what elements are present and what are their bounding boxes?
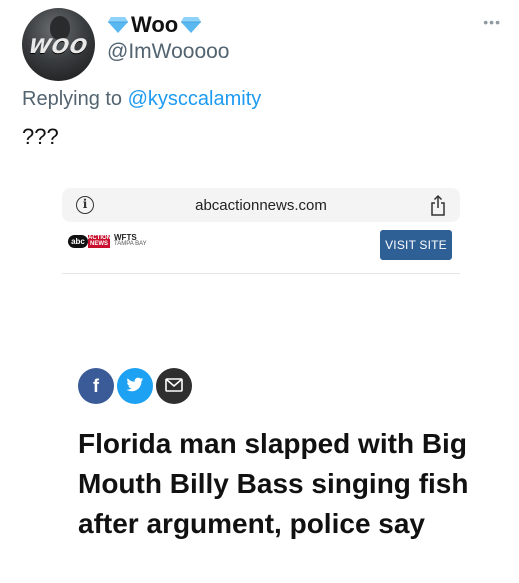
display-name: Woo bbox=[131, 12, 179, 37]
diamond-icon bbox=[107, 16, 129, 34]
url-bar[interactable]: i abcactionnews.com bbox=[62, 188, 460, 222]
action-news-logo-mark: ACTION NEWS bbox=[88, 234, 111, 248]
display-name-row[interactable]: Woo bbox=[107, 12, 202, 38]
share-icon[interactable] bbox=[430, 194, 446, 216]
share-buttons: f bbox=[78, 368, 192, 404]
site-header: abc ACTION NEWS WFTS TAMPA BAY VISIT SIT… bbox=[62, 226, 460, 274]
abc-logo-mark: abc bbox=[68, 234, 88, 248]
twitter-icon[interactable] bbox=[117, 368, 153, 404]
abc-action-news-logo[interactable]: abc ACTION NEWS WFTS TAMPA BAY bbox=[68, 234, 147, 248]
mail-icon[interactable] bbox=[156, 368, 192, 404]
user-handle[interactable]: @ImWooooo bbox=[107, 40, 229, 64]
diamond-icon bbox=[180, 16, 202, 34]
visit-site-button[interactable]: VISIT SITE bbox=[380, 230, 452, 260]
station-call-sign: WFTS bbox=[114, 233, 137, 242]
more-icon[interactable]: ••• bbox=[483, 14, 501, 30]
avatar[interactable]: WOO bbox=[22, 8, 95, 81]
url-text: abcactionnews.com bbox=[195, 197, 327, 214]
tweet-text: ??? bbox=[22, 124, 59, 149]
reply-context: Replying to @kysccalamity bbox=[22, 88, 261, 111]
embedded-browser-screenshot: i abcactionnews.com abc ACTION NEWS WFTS… bbox=[62, 188, 460, 274]
station-id: WFTS TAMPA BAY bbox=[114, 234, 147, 248]
facebook-icon[interactable]: f bbox=[78, 368, 114, 404]
station-city: TAMPA BAY bbox=[114, 241, 147, 247]
avatar-logo-text: WOO bbox=[26, 34, 91, 58]
reply-mention-link[interactable]: @kysccalamity bbox=[128, 88, 262, 110]
article-headline[interactable]: Florida man slapped with Big Mouth Billy… bbox=[78, 424, 498, 544]
reply-prefix: Replying to bbox=[22, 88, 123, 110]
